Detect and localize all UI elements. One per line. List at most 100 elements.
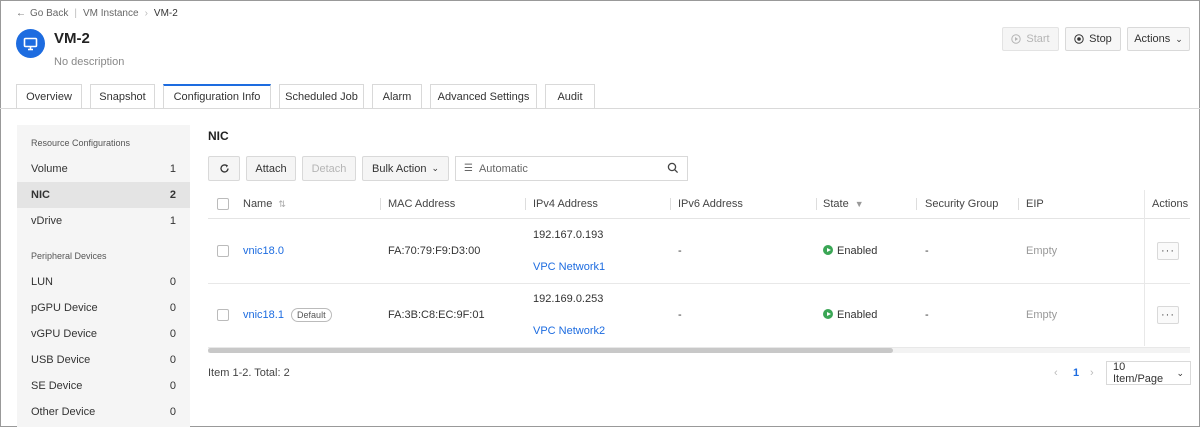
stop-circle-icon — [1074, 34, 1084, 44]
stop-label: Stop — [1089, 33, 1112, 45]
sidebar-item-volume[interactable]: Volume 1 — [17, 156, 190, 182]
column-separator — [380, 198, 381, 210]
column-header-ipv6: IPv6 Address — [678, 198, 743, 210]
column-header-ipv4: IPv4 Address — [533, 198, 598, 210]
column-header-state[interactable]: State ▼ — [823, 198, 864, 210]
page-number-current[interactable]: 1 — [1073, 367, 1079, 379]
section-title: NIC — [208, 129, 229, 143]
next-page-icon[interactable]: › — [1090, 367, 1094, 379]
tab-advanced-settings[interactable]: Advanced Settings — [430, 84, 537, 109]
state-label: Enabled — [837, 245, 878, 257]
stop-button[interactable]: Stop — [1065, 27, 1121, 51]
mac-address: FA:70:79:F9:D3:00 — [388, 245, 481, 257]
sidebar-item-se-device[interactable]: SE Device 0 — [17, 373, 190, 399]
sidebar-item-count: 2 — [169, 189, 176, 201]
enabled-status-icon — [823, 245, 833, 255]
security-group: - — [925, 309, 929, 321]
actions-label: Actions — [1134, 33, 1171, 45]
sidebar-item-nic[interactable]: NIC 2 — [17, 182, 190, 208]
select-all-checkbox[interactable] — [217, 198, 229, 210]
more-actions-button[interactable]: ··· — [1157, 242, 1179, 260]
previous-page-icon[interactable]: ‹ — [1054, 367, 1058, 379]
sidebar-item-count: 1 — [169, 215, 176, 227]
state-cell: Enabled — [823, 309, 877, 321]
resource-section-title: Resource Configurations — [31, 138, 131, 148]
more-actions-button[interactable]: ··· — [1157, 306, 1179, 324]
tab-scheduled-job[interactable]: Scheduled Job — [279, 84, 364, 109]
tab-overview[interactable]: Overview — [16, 84, 82, 109]
breadcrumb-current: VM-2 — [153, 7, 178, 19]
vm-avatar — [16, 29, 45, 58]
sidebar-item-usb-device[interactable]: USB Device 0 — [17, 347, 190, 373]
sidebar-item-count: 0 — [169, 276, 176, 288]
sidebar-item-count: 0 — [169, 354, 176, 366]
sidebar-item-other-device[interactable]: Other Device 0 — [17, 399, 190, 425]
sidebar-item-pgpu-device[interactable]: pGPU Device 0 — [17, 295, 190, 321]
vm-description: No description — [54, 56, 125, 68]
ipv6-address: - — [678, 309, 682, 321]
tab-bar: Overview Snapshot Configuration Info Sch… — [16, 84, 603, 109]
column-header-name[interactable]: Name ⇅ — [243, 198, 286, 210]
tab-audit[interactable]: Audit — [545, 84, 595, 109]
play-circle-icon — [1011, 34, 1022, 44]
vpc-network-link[interactable]: VPC Network1 — [533, 261, 605, 273]
mac-address: FA:3B:C8:EC:9F:01 — [388, 309, 485, 321]
nic-name-link[interactable]: vnic18.0 — [243, 245, 284, 257]
nic-name-cell: vnic18.1 Default — [243, 308, 332, 322]
search-filter-value: Automatic — [478, 162, 528, 175]
sidebar-item-label: pGPU Device — [31, 302, 98, 314]
chevron-down-icon: ⌄ — [1175, 33, 1183, 44]
config-sidebar: Resource Configurations Volume 1 NIC 2 v… — [17, 125, 190, 427]
page-title: VM-2 — [54, 30, 90, 47]
chevron-down-icon: ⌄ — [1176, 367, 1184, 378]
ipv6-address: - — [678, 245, 682, 257]
horizontal-scrollbar-thumb[interactable] — [208, 348, 893, 353]
tab-alarm[interactable]: Alarm — [372, 84, 422, 109]
sidebar-item-vdrive[interactable]: vDrive 1 — [17, 208, 190, 234]
sidebar-item-count: 0 — [169, 328, 176, 340]
attach-button[interactable]: Attach — [246, 156, 296, 181]
monitor-icon — [23, 37, 38, 50]
go-back-link[interactable]: ← Go Back — [16, 8, 68, 19]
sidebar-item-label: vGPU Device — [31, 328, 98, 340]
bulk-action-dropdown[interactable]: Bulk Action ⌄ — [362, 156, 449, 181]
refresh-button[interactable] — [208, 156, 240, 181]
column-header-mac: MAC Address — [388, 198, 456, 210]
sidebar-item-label: vDrive — [31, 215, 63, 227]
go-back-label: Go Back — [30, 7, 69, 19]
sidebar-item-count: 0 — [169, 302, 176, 314]
tab-snapshot[interactable]: Snapshot — [90, 84, 155, 109]
state-label: Enabled — [837, 309, 878, 321]
start-button[interactable]: Start — [1002, 27, 1059, 51]
detach-button[interactable]: Detach — [302, 156, 356, 181]
column-separator — [816, 198, 817, 210]
back-arrow-icon: ← — [16, 7, 26, 19]
ipv4-address: 192.169.0.253 — [533, 293, 604, 305]
sort-icon[interactable]: ⇅ — [278, 199, 286, 209]
default-badge: Default — [291, 308, 332, 322]
filter-icon[interactable]: ▼ — [855, 199, 864, 209]
filter-lines-icon: ☰ — [464, 163, 473, 174]
search-icon[interactable] — [667, 162, 679, 174]
sidebar-item-vgpu-device[interactable]: vGPU Device 0 — [17, 321, 190, 347]
sidebar-item-count: 0 — [169, 406, 176, 418]
table-row: vnic18.0 FA:70:79:F9:D3:00 192.167.0.193… — [208, 220, 1190, 284]
page-size-select[interactable]: 10 Item/Page ⌄ — [1106, 361, 1191, 385]
row-checkbox[interactable] — [217, 245, 229, 257]
tab-configuration-info[interactable]: Configuration Info — [163, 84, 271, 109]
search-input[interactable]: ☰ Automatic — [455, 156, 688, 181]
breadcrumb-chevron-icon: › — [144, 7, 148, 19]
nic-name-link[interactable]: vnic18.1 — [243, 309, 284, 321]
column-separator — [916, 198, 917, 210]
sidebar-item-lun[interactable]: LUN 0 — [17, 269, 190, 295]
row-checkbox[interactable] — [217, 309, 229, 321]
ipv4-address: 192.167.0.193 — [533, 229, 604, 241]
breadcrumb-vm-instance[interactable]: VM Instance — [83, 8, 139, 19]
sidebar-item-count: 1 — [169, 163, 176, 175]
table-header: Name ⇅ MAC Address IPv4 Address IPv6 Add… — [208, 190, 1190, 219]
vpc-network-link[interactable]: VPC Network2 — [533, 325, 605, 337]
breadcrumb-separator: | — [74, 7, 77, 19]
sidebar-item-count: 0 — [169, 380, 176, 392]
actions-dropdown[interactable]: Actions ⌄ — [1127, 27, 1190, 51]
sidebar-item-label: Other Device — [31, 406, 96, 418]
